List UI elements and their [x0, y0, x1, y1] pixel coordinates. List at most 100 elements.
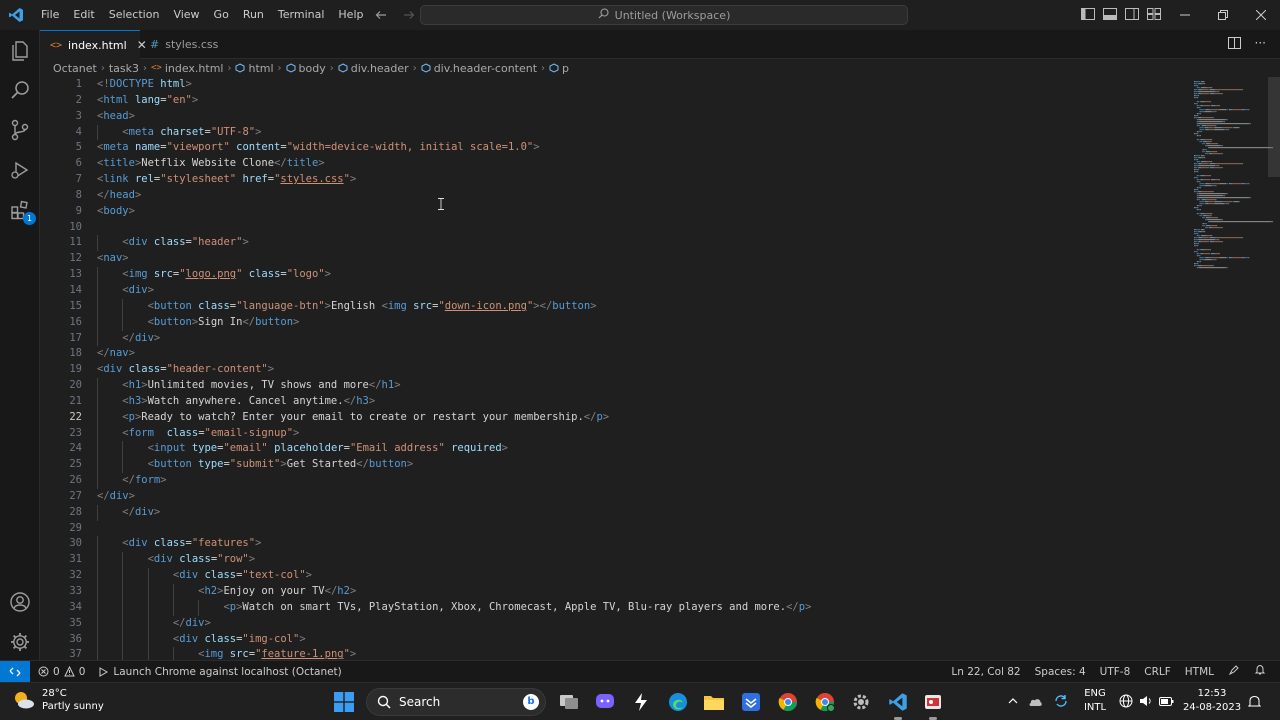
menu-file[interactable]: File [34, 0, 66, 30]
breadcrumb-item[interactable]: div.header-content [434, 62, 537, 75]
menu-view[interactable]: View [166, 0, 206, 30]
code-line[interactable]: <!DOCTYPE html> [97, 77, 811, 93]
code-line[interactable]: <div class="text-col"> [97, 568, 811, 584]
end-of-line[interactable]: CRLF [1144, 666, 1171, 678]
teams-chat-icon[interactable] [592, 689, 618, 715]
toggle-secondary-sidebar-icon[interactable] [1124, 6, 1140, 22]
breadcrumb-item[interactable]: task3 [109, 62, 139, 75]
code-line[interactable]: </div> [97, 489, 811, 505]
code-line[interactable]: <div class="img-col"> [97, 631, 811, 648]
toggle-panel-icon[interactable] [1102, 6, 1118, 22]
more-actions-icon[interactable]: ··· [1255, 37, 1266, 52]
breadcrumb-item[interactable]: body [299, 62, 326, 75]
code-line[interactable]: <button class="language-btn">English <im… [97, 298, 811, 315]
breadcrumb-item[interactable]: div.header [351, 62, 409, 75]
code-line[interactable]: <html lang="en"> [97, 93, 811, 109]
chevron-up-icon[interactable] [1004, 697, 1022, 705]
forward-arrow-icon[interactable] [400, 6, 418, 24]
code-line[interactable]: <div class="header-content"> [97, 362, 811, 378]
windows-start-icon[interactable] [331, 689, 357, 715]
breadcrumb-item[interactable]: Octanet [53, 62, 97, 75]
code-line[interactable]: <meta charset="UTF-8"> [97, 124, 811, 141]
tab-index-html[interactable]: <> index.html ✕ [40, 30, 147, 59]
extensions-icon[interactable]: 1 [8, 198, 36, 225]
code-line[interactable]: <title>Netflix Website Clone</title> [97, 156, 811, 172]
feedback-icon[interactable] [1228, 664, 1240, 679]
menu-help[interactable]: Help [331, 0, 370, 30]
restore-icon[interactable] [1204, 0, 1242, 30]
volume-icon[interactable] [1136, 695, 1156, 707]
code-line[interactable]: </form> [97, 473, 811, 489]
edge-browser-icon[interactable] [665, 689, 691, 715]
chrome-browser-icon[interactable] [775, 689, 801, 715]
command-center[interactable]: Untitled (Workspace) [420, 5, 908, 25]
settings-gear-icon[interactable] [848, 689, 874, 715]
cloud-icon[interactable] [1022, 696, 1048, 707]
split-editor-icon[interactable] [1227, 37, 1241, 52]
remote-indicator-icon[interactable] [0, 660, 30, 683]
menu-run[interactable]: Run [236, 0, 271, 30]
back-arrow-icon[interactable] [372, 6, 390, 24]
file-explorer-icon[interactable] [701, 689, 727, 715]
notification-center-icon[interactable] [1244, 695, 1264, 708]
store-icon[interactable] [738, 689, 764, 715]
code-line[interactable]: <img src="logo.png" class="logo"> [97, 267, 811, 283]
tab-styles-css[interactable]: # styles.css [140, 30, 240, 59]
chrome-profile-icon[interactable] [812, 689, 838, 715]
code-area[interactable]: <!DOCTYPE html> <html lang="en"> <head> <m… [97, 77, 811, 660]
task-view-icon[interactable] [556, 689, 582, 715]
launch-config[interactable]: Launch Chrome against localhost (Octanet… [97, 666, 342, 678]
code-line[interactable]: <p>Watch on smart TVs, PlayStation, Xbox… [97, 599, 811, 616]
taskbar-search[interactable]: Search b [366, 688, 546, 716]
source-control-icon[interactable] [8, 118, 32, 142]
code-line[interactable]: <div class="header"> [97, 235, 811, 252]
code-editor[interactable]: 1 2 3 4 5 6 7 8 9 10 11 12 13 14 15 16 17 18 19 20 21 22 23 24 2… [40, 77, 1280, 660]
vertical-scrollbar[interactable] [1268, 77, 1280, 177]
breadcrumb-item[interactable]: index.html [165, 62, 224, 75]
minimize-icon[interactable] [1166, 0, 1204, 30]
code-line[interactable]: <h3>Watch anywhere. Cancel anytime.</h3> [97, 393, 811, 410]
breadcrumb-item[interactable]: html [248, 62, 273, 75]
code-line[interactable]: <div class="features"> [97, 536, 811, 553]
notifications-bell-icon[interactable] [1254, 664, 1266, 679]
code-line[interactable]: <button type="submit">Get Started</butto… [97, 457, 811, 474]
menu-selection[interactable]: Selection [102, 0, 167, 30]
cursor-position[interactable]: Ln 22, Col 82 [951, 666, 1020, 678]
close-window-icon[interactable] [1242, 0, 1280, 30]
code-line[interactable]: <head> [97, 109, 811, 125]
menu-terminal[interactable]: Terminal [271, 0, 332, 30]
code-line[interactable]: </div> [97, 504, 811, 521]
code-line[interactable]: <p>Ready to watch? Enter your email to c… [97, 409, 811, 426]
app-icon[interactable] [628, 689, 654, 715]
menu-edit[interactable]: Edit [66, 0, 101, 30]
indentation[interactable]: Spaces: 4 [1035, 666, 1086, 678]
problems-indicator[interactable]: 0 0 [38, 666, 85, 678]
accounts-icon[interactable] [8, 590, 32, 614]
code-line[interactable]: <link rel="stylesheet" href="styles.css"… [97, 172, 811, 188]
network-globe-icon[interactable] [1116, 694, 1136, 708]
menu-go[interactable]: Go [207, 0, 236, 30]
code-line[interactable]: <nav> [97, 251, 811, 267]
search-view-icon[interactable] [8, 78, 32, 102]
code-line[interactable] [97, 220, 811, 236]
battery-icon[interactable] [1156, 696, 1176, 706]
snipping-tool-icon[interactable] [920, 689, 946, 715]
toggle-primary-sidebar-icon[interactable] [1080, 6, 1096, 22]
run-debug-icon[interactable] [8, 158, 32, 182]
code-line[interactable]: <div class="row"> [97, 552, 811, 569]
clock[interactable]: 12:53 24-08-2023 [1180, 687, 1244, 715]
code-line[interactable]: <input type="email" placeholder="Email a… [97, 441, 811, 458]
language-mode[interactable]: HTML [1185, 666, 1214, 678]
manage-gear-icon[interactable] [8, 630, 32, 654]
input-language[interactable]: ENG INTL [1074, 687, 1116, 715]
weather-widget[interactable]: 28°C Partly sunny [12, 687, 104, 713]
explorer-icon[interactable] [8, 38, 32, 62]
code-line[interactable]: <div> [97, 282, 811, 299]
code-line[interactable]: <h2>Enjoy on your TV</h2> [97, 584, 811, 600]
sync-icon[interactable] [1048, 694, 1074, 708]
code-line[interactable]: <meta name="viewport" content="width=dev… [97, 140, 811, 156]
code-line[interactable]: </head> [97, 188, 811, 204]
customize-layout-icon[interactable] [1146, 6, 1162, 22]
encoding[interactable]: UTF-8 [1100, 666, 1131, 678]
code-line[interactable] [97, 521, 811, 537]
